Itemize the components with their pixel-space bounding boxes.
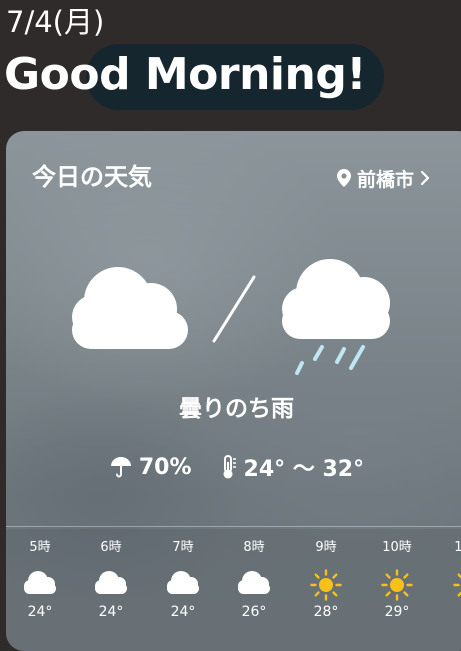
hour-time: 10時 [382, 540, 412, 555]
umbrella-icon [110, 457, 131, 478]
hour-temp: 26° [241, 604, 267, 620]
hour-temp: 3 [434, 603, 461, 621]
today-stats: 70% 24° 〜 32° [6, 451, 461, 483]
hour-time: 9時 [315, 540, 337, 555]
hour-temp: 24° [98, 604, 124, 620]
hourly-forecast[interactable]: 5時 24° 6時 24° 7時 24° 8時 26° 9時 28° 10時 2… [6, 529, 461, 651]
card-title: 今日の天気 [32, 163, 152, 191]
precip-value: 70% [138, 454, 192, 480]
cloud-icon [238, 571, 270, 594]
hourly-divider [6, 526, 461, 527]
divider-slash [212, 275, 256, 343]
cloud-icon [95, 571, 127, 594]
temp-stat: 24° 〜 32° [218, 451, 365, 483]
greeting-title: Good Morning! [4, 49, 366, 100]
hour-time: 6時 [100, 540, 122, 555]
sun-icon [310, 569, 342, 601]
thermometer-icon [223, 455, 236, 479]
hour-temp: 29° [384, 604, 410, 620]
forecast-icons [72, 259, 390, 375]
weather-card[interactable]: 今日の天気 前橋市 曇りのち雨 70% 24° 〜 32° 5時 24° 6時 … [6, 131, 461, 651]
hour-temp: 28° [313, 604, 339, 620]
cloud-icon [167, 571, 199, 594]
rain-cloud-icon [282, 259, 390, 375]
hour-temp: 24° [27, 604, 53, 620]
cloud-icon [72, 267, 188, 349]
sun-icon [453, 573, 461, 597]
hour-temp: 24° [170, 604, 196, 620]
chevron-right-icon [420, 170, 430, 186]
date-label: 7/4(月) [6, 5, 105, 39]
hour-time: 5時 [29, 540, 51, 555]
hour-time: 11時 [454, 540, 461, 555]
location-link[interactable]: 前橋市 [336, 164, 430, 192]
hour-time: 7時 [172, 540, 194, 555]
sun-icon [381, 569, 413, 601]
precip-stat: 70% [109, 455, 192, 480]
location-pin-icon [336, 169, 351, 187]
location-label: 前橋市 [356, 168, 414, 191]
hour-time: 8時 [243, 540, 265, 555]
cloud-icon [24, 571, 56, 594]
temp-range-value: 24° 〜 32° [243, 457, 365, 482]
condition-label: 曇りのち雨 [179, 396, 294, 422]
